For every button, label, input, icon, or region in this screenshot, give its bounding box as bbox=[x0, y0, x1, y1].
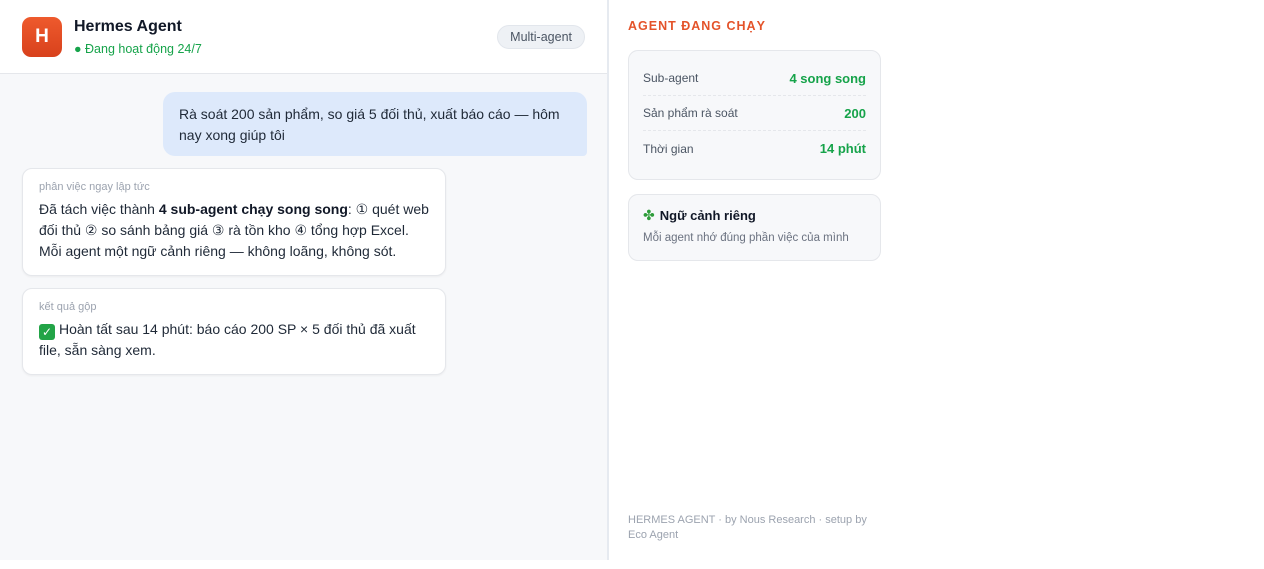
stat-label: Sub-agent bbox=[643, 71, 699, 85]
app-window: H Hermes Agent ● Đang hoạt động 24/7 Mul… bbox=[0, 0, 900, 560]
card-text: Đã tách việc thành 4 sub-agent chạy song… bbox=[39, 199, 429, 262]
stat-value: 200 bbox=[844, 105, 866, 121]
logo-letter: H bbox=[35, 26, 49, 47]
stat-row-time: Thời gian 14 phút bbox=[643, 131, 866, 166]
mode-badge: Multi-agent bbox=[497, 25, 585, 49]
stats-card: Sub-agent 4 song song Sản phẩm rà soát 2… bbox=[628, 50, 881, 180]
footer-credit: HERMES AGENT · by Nous Research · setup … bbox=[628, 514, 867, 541]
sidebar-title: AGENT ĐANG CHẠY bbox=[628, 19, 766, 33]
context-title-text: Ngữ cảnh riêng bbox=[659, 208, 756, 223]
stat-value: 4 song song bbox=[789, 70, 866, 86]
context-title: ✤ Ngữ cảnh riêng bbox=[643, 207, 866, 224]
user-message: Rà soát 200 sản phẩm, so giá 5 đối thủ, … bbox=[163, 92, 587, 156]
agent-reply-card: phân việc ngay lập tức Đã tách việc thàn… bbox=[22, 168, 446, 276]
result-text: Hoàn tất sau 14 phút: báo cáo 200 SP × 5… bbox=[39, 321, 416, 358]
context-card: ✤ Ngữ cảnh riêng Mỗi agent nhớ đúng phần… bbox=[628, 194, 881, 261]
status-indicator: ● Đang hoạt động 24/7 bbox=[74, 42, 202, 56]
sidebar-panel: AGENT ĐANG CHẠY Sub-agent 4 song song Sả… bbox=[609, 0, 900, 560]
context-description: Mỗi agent nhớ đúng phần việc của mình bbox=[643, 232, 849, 244]
card-text: ✓ Hoàn tất sau 14 phút: báo cáo 200 SP × … bbox=[39, 319, 429, 361]
card-text-bold: 4 sub-agent chạy song song bbox=[158, 201, 348, 217]
agent-title: Hermes Agent bbox=[74, 18, 182, 35]
card-tag: kết quả gộp bbox=[39, 301, 97, 313]
check-icon: ✓ bbox=[39, 324, 55, 340]
clover-icon: ✤ bbox=[643, 207, 655, 223]
card-text-prefix: Đã tách việc thành bbox=[39, 201, 159, 217]
stat-label: Thời gian bbox=[643, 141, 694, 156]
card-tag: phân việc ngay lập tức bbox=[39, 181, 150, 193]
stat-value: 14 phút bbox=[819, 141, 866, 156]
stat-label: Sản phẩm rà soát bbox=[643, 106, 738, 120]
stat-row-subagent: Sub-agent 4 song song bbox=[643, 61, 866, 96]
stat-row-products: Sản phẩm rà soát 200 bbox=[643, 96, 866, 131]
chat-panel: H Hermes Agent ● Đang hoạt động 24/7 Mul… bbox=[0, 0, 609, 560]
result-card: kết quả gộp ✓ Hoàn tất sau 14 phút: báo c… bbox=[22, 288, 446, 375]
agent-logo: H bbox=[22, 17, 62, 57]
chat-header: H Hermes Agent ● Đang hoạt động 24/7 Mul… bbox=[0, 0, 607, 74]
